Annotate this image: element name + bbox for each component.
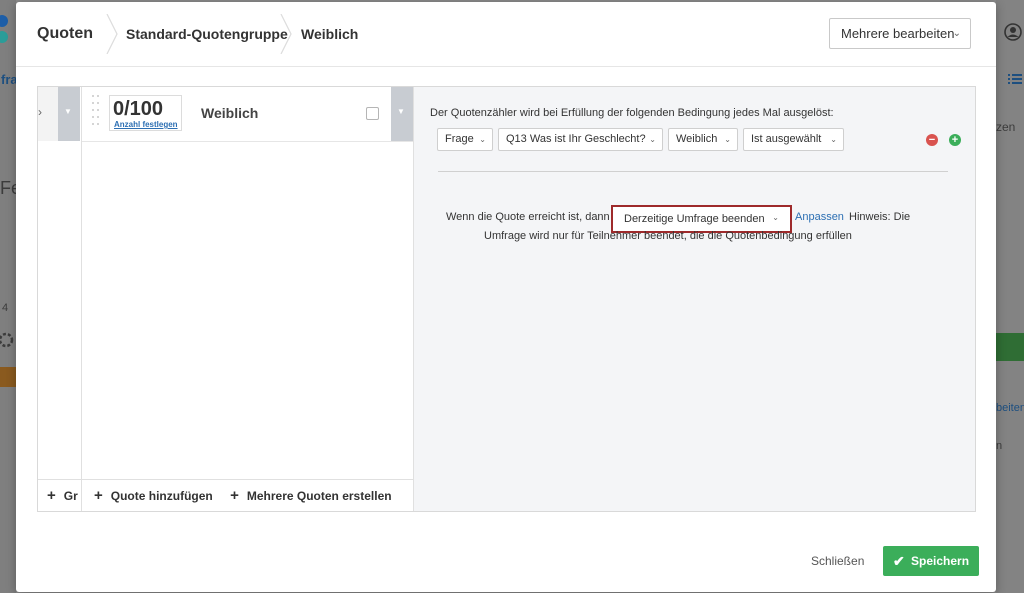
background-right-strip	[996, 0, 1024, 593]
condition-operator-select[interactable]: Ist ausgewählt ⌄	[743, 128, 844, 151]
hint-text: Umfrage wird nur für Teilnehmer beendet,…	[484, 230, 852, 242]
list-icon	[1008, 74, 1022, 84]
quota-editor-panel: › ▼ 0/100 Anzahl festlegen Weiblich ▼ + …	[37, 86, 976, 512]
dialog-header: Quoten Standard-Quotengruppe Weiblich Me…	[16, 2, 996, 67]
chevron-down-icon: ⌄	[649, 135, 656, 144]
chevron-down-icon: ⌄	[952, 28, 961, 39]
save-label: Speichern	[911, 554, 970, 568]
quota-dialog: Quoten Standard-Quotengruppe Weiblich Me…	[16, 2, 996, 592]
gear-icon	[0, 332, 14, 348]
multi-edit-dropdown[interactable]: Mehrere bearbeiten ⌄	[829, 18, 971, 49]
bg-right-link: beiten	[996, 402, 1024, 414]
quota-options-dropdown[interactable]: ▼	[391, 87, 413, 141]
breadcrumb-group[interactable]: Standard-Quotengruppe	[126, 2, 288, 66]
remove-condition-icon[interactable]: −	[926, 134, 938, 146]
customize-link[interactable]: Anpassen	[795, 211, 844, 223]
plus-icon: +	[94, 487, 103, 504]
multi-edit-label: Mehrere bearbeiten	[841, 26, 955, 41]
quota-action-select[interactable]: Derzeitige Umfrage beenden ⌄	[611, 205, 792, 233]
condition-label: Der Quotenzähler wird bei Erfüllung der …	[430, 107, 834, 119]
add-group-button[interactable]: + Gr	[38, 479, 81, 512]
hint-start: Hinweis: Die	[849, 211, 911, 223]
add-quota-label: Quote hinzufügen	[110, 489, 213, 503]
close-button[interactable]: Schließen	[811, 554, 864, 568]
quota-count: 0/100	[113, 98, 164, 120]
quota-count-box: 0/100 Anzahl festlegen	[109, 95, 182, 131]
background-left-strip	[0, 0, 16, 593]
add-multiple-label: Mehrere Quoten erstellen	[246, 489, 392, 503]
drag-handle-icon[interactable]	[92, 95, 100, 131]
bg-orange-badge	[0, 367, 16, 387]
checkmark-icon: ✔	[893, 553, 905, 569]
group-item-collapsed[interactable]: ›	[38, 87, 58, 141]
add-group-label: Gr	[63, 489, 78, 503]
user-icon	[1004, 23, 1022, 41]
set-count-link[interactable]: Anzahl festlegen	[114, 120, 178, 129]
quota-row[interactable]: 0/100 Anzahl festlegen Weiblich ▼	[82, 87, 413, 142]
quota-checkbox[interactable]	[366, 107, 379, 120]
add-condition-icon[interactable]: +	[949, 134, 961, 146]
breadcrumb-separator-icon	[106, 14, 118, 54]
group-dropdown-toggle[interactable]: ▼	[58, 87, 80, 141]
quota-condition-editor: Der Quotenzähler wird bei Erfüllung der …	[414, 87, 975, 511]
breadcrumb-quoten[interactable]: Quoten	[37, 2, 93, 66]
add-multiple-quotas-button[interactable]: + Mehrere Quoten erstellen	[230, 487, 392, 504]
plus-icon: +	[230, 487, 239, 504]
chevron-down-icon: ⌄	[772, 213, 779, 222]
bg-right-text-2: n	[996, 440, 1003, 452]
bg-count-text: 4	[2, 302, 9, 314]
action-prefix: Wenn die Quote erreicht ist, dann	[446, 211, 610, 223]
chevron-down-icon: ⌄	[830, 135, 837, 144]
plus-icon: +	[47, 487, 56, 504]
condition-answer-select[interactable]: Weiblich ⌄	[668, 128, 738, 151]
bg-right-text: zen	[996, 120, 1016, 134]
quota-list-footer: + Quote hinzufügen + Mehrere Quoten erstel…	[82, 479, 413, 512]
quota-action-value: Derzeitige Umfrage beenden	[624, 213, 765, 225]
section-divider	[438, 171, 948, 172]
condition-type-select[interactable]: Frage ⌄	[437, 128, 493, 151]
add-quota-button[interactable]: + Quote hinzufügen	[94, 487, 216, 504]
chevron-down-icon: ⌄	[479, 135, 486, 144]
group-column: › ▼	[38, 87, 82, 511]
quota-name[interactable]: Weiblich	[201, 105, 258, 121]
caret-down-icon: ▼	[397, 107, 405, 116]
condition-question-select[interactable]: Q13 Was ist Ihr Geschlecht? ⌄	[498, 128, 663, 151]
breadcrumb-separator-icon	[280, 14, 292, 54]
caret-down-icon: ▼	[64, 107, 72, 116]
quota-list-column: 0/100 Anzahl festlegen Weiblich ▼	[82, 87, 414, 511]
save-button[interactable]: ✔ Speichern	[883, 546, 979, 576]
bg-green-bar	[996, 333, 1024, 361]
breadcrumb-current: Weiblich	[301, 26, 359, 42]
chevron-down-icon: ⌄	[724, 135, 731, 144]
